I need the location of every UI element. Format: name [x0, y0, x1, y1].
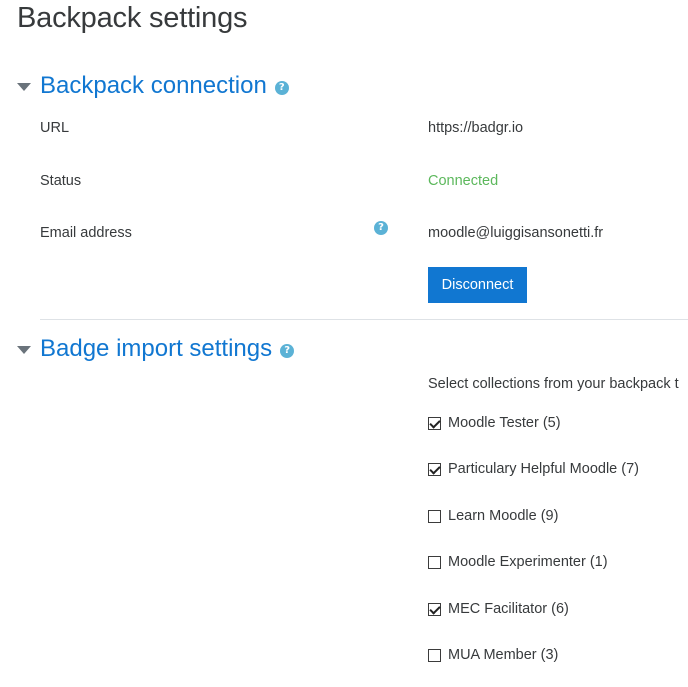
section-divider [40, 319, 688, 320]
checkbox-checked[interactable] [428, 602, 441, 616]
status-value: Connected [428, 173, 499, 189]
collection-label: Particulary Helpful Moodle (7) [448, 461, 639, 477]
checkbox-checked[interactable] [428, 462, 441, 476]
collection-checkbox-row[interactable]: Learn Moodle (9) [428, 508, 558, 524]
section-badge-import-toggle[interactable]: Badge import settings ? [17, 335, 295, 363]
collection-label: Moodle Tester (5) [448, 415, 561, 431]
collection-checkbox-row[interactable]: Moodle Experimenter (1) [428, 554, 608, 570]
collections-intro-text: Select collections from your backpack t [428, 376, 679, 392]
collapse-caret-icon[interactable] [17, 83, 31, 91]
collection-label: MUA Member (3) [448, 647, 559, 663]
question-circle-icon[interactable]: ? [374, 221, 388, 235]
email-value: moodle@luiggisansonetti.fr [428, 225, 604, 241]
checkbox-unchecked[interactable] [428, 555, 441, 569]
checkbox-unchecked[interactable] [428, 509, 441, 523]
collapse-caret-icon[interactable] [17, 346, 31, 354]
collection-label: Learn Moodle (9) [448, 508, 559, 524]
collection-checkbox-row[interactable]: MEC Facilitator (6) [428, 601, 569, 617]
section-title-backpack-connection: Backpack connection [40, 72, 267, 99]
collection-checkbox-row[interactable]: Moodle Tester (5) [428, 415, 561, 431]
page-title: Backpack settings [17, 2, 248, 34]
question-circle-icon[interactable]: ? [274, 81, 289, 95]
question-circle-icon[interactable]: ? [280, 344, 295, 358]
section-title-badge-import: Badge import settings [40, 335, 273, 362]
collection-checkbox-row[interactable]: Particulary Helpful Moodle (7) [428, 461, 639, 477]
collection-checkbox-row[interactable]: MUA Member (3) [428, 647, 558, 663]
status-label: Status [40, 173, 82, 189]
section-backpack-connection-toggle[interactable]: Backpack connection ? [17, 72, 289, 100]
email-label: Email address [40, 225, 132, 241]
checkbox-checked[interactable] [428, 416, 441, 430]
checkbox-unchecked[interactable] [428, 648, 441, 662]
collection-label: MEC Facilitator (6) [448, 601, 569, 617]
collection-label: Moodle Experimenter (1) [448, 554, 608, 570]
url-label: URL [40, 120, 70, 136]
url-value: https://badgr.io [428, 120, 524, 136]
disconnect-button[interactable]: Disconnect [428, 267, 527, 303]
